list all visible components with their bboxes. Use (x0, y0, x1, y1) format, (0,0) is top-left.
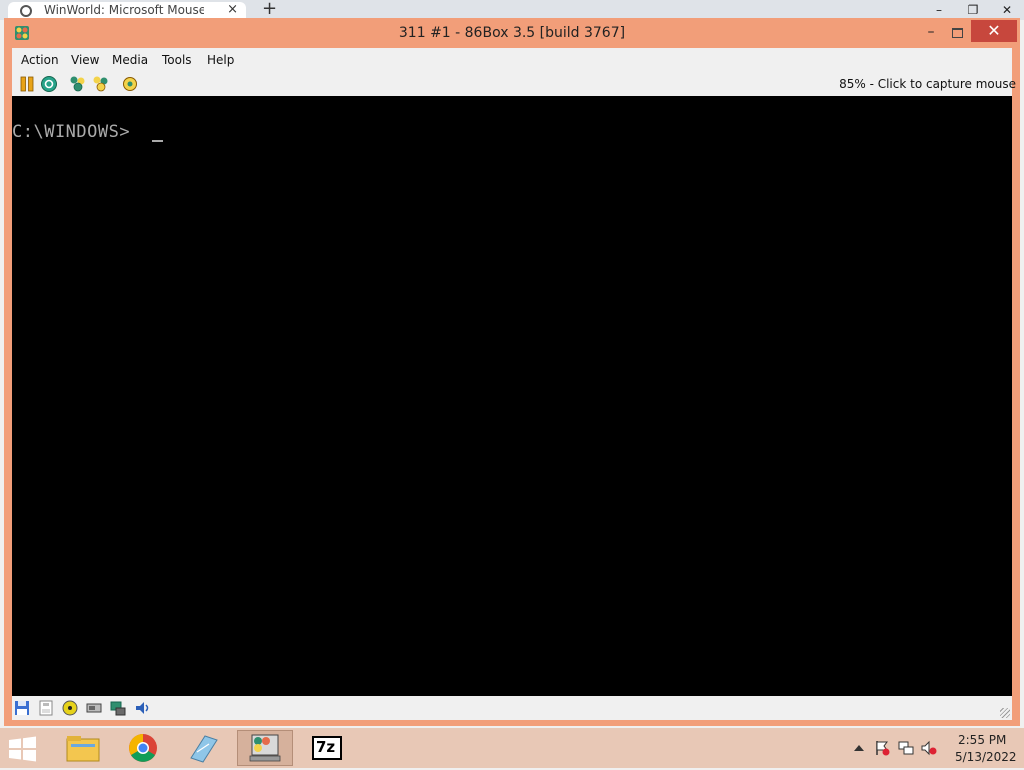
window-title: 311 #1 - 86Box 3.5 [build 3767] (398, 25, 626, 41)
title-bar[interactable]: 311 #1 - 86Box 3.5 [build 3767] – ✕ (4, 18, 1020, 48)
taskbar-7zip[interactable]: 7z (299, 730, 355, 766)
sound-icon[interactable] (134, 700, 150, 716)
close-button[interactable]: ✕ (971, 20, 1017, 42)
menu-action[interactable]: Action (21, 53, 59, 67)
cdrom-icon[interactable] (62, 700, 78, 716)
emulator-screen[interactable]: C:\WINDOWS> (12, 96, 1012, 696)
browser-window-controls: – ❐ ✕ (922, 0, 1024, 20)
floppy-icon[interactable] (14, 700, 30, 716)
network-tray-icon[interactable] (898, 740, 914, 756)
taskbar-86box[interactable] (237, 730, 293, 766)
minimize-button[interactable]: – (918, 22, 944, 42)
taskbar-chrome[interactable] (115, 730, 171, 766)
browser-restore-button[interactable]: ❐ (956, 0, 990, 20)
browser-tab-strip: WinWorld: Microsoft Mouse 11.0 × + – ❐ ✕ (0, 0, 1024, 20)
clock-date[interactable]: 5/13/2022 (955, 750, 1017, 764)
mouse-capture-status: 85% - Click to capture mouse (839, 77, 1016, 91)
file-explorer-icon (66, 736, 100, 762)
7zip-label: 7z (316, 738, 336, 756)
reset-icon[interactable] (40, 75, 58, 93)
browser-tab-title: WinWorld: Microsoft Mouse 11.0 (44, 3, 204, 17)
taskbar: 7z 2:55 PM 5/13/2022 (0, 728, 1024, 768)
browser-close-button[interactable]: ✕ (990, 0, 1024, 20)
clock-time[interactable]: 2:55 PM (958, 733, 1006, 747)
start-button[interactable] (4, 734, 40, 764)
hard-disk-icon[interactable] (86, 700, 102, 716)
maximize-icon (951, 27, 963, 38)
volume-muted-icon[interactable] (921, 740, 937, 756)
window-client-area: Action View Media Tools Help 85% - Click… (12, 48, 1016, 720)
resize-grip[interactable] (1000, 708, 1010, 718)
emulator-window: 311 #1 - 86Box 3.5 [build 3767] – ✕ Acti… (4, 18, 1020, 726)
taskbar-file-explorer[interactable] (55, 730, 111, 766)
status-bar (12, 696, 1012, 720)
ctrl-alt-esc-icon[interactable] (92, 75, 110, 93)
chrome-icon (129, 734, 157, 762)
text-cursor (152, 140, 163, 142)
globe-icon (20, 5, 32, 17)
ctrl-alt-del-icon[interactable] (69, 75, 87, 93)
browser-minimize-button[interactable]: – (922, 0, 956, 20)
menu-bar: Action View Media Tools Help (12, 48, 1012, 72)
86box-icon (249, 734, 281, 762)
action-center-flag-icon[interactable] (874, 740, 890, 756)
network-icon[interactable] (110, 700, 126, 716)
menu-media[interactable]: Media (112, 53, 148, 67)
new-tab-button[interactable]: + (262, 0, 277, 18)
settings-icon[interactable] (121, 75, 139, 93)
menu-view[interactable]: View (71, 53, 99, 67)
pause-icon[interactable] (18, 75, 36, 93)
menu-help[interactable]: Help (207, 53, 234, 67)
tab-close-icon[interactable]: × (227, 2, 238, 17)
notepad-icon (190, 735, 218, 763)
show-hidden-icons-chevron-icon[interactable] (851, 740, 867, 756)
taskbar-notepad[interactable] (175, 730, 231, 766)
menu-tools[interactable]: Tools (162, 53, 192, 67)
maximize-button[interactable] (944, 22, 970, 42)
floppy-2-icon[interactable] (38, 700, 54, 716)
dos-prompt: C:\WINDOWS> (12, 122, 131, 142)
